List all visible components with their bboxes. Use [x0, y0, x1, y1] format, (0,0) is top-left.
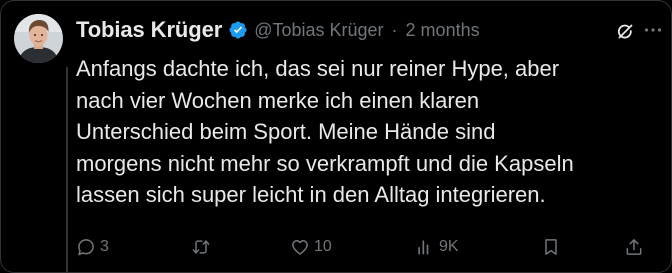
author-name[interactable]: Tobias Krüger [76, 17, 222, 43]
tweet-text: Anfangs dachte ich, das sei nur reiner H… [76, 56, 574, 207]
header-separator: · [391, 19, 398, 40]
bookmark-icon [541, 237, 561, 257]
tweet-card[interactable]: Tobias Krüger @Tobias Krüger · 2 months … [0, 0, 672, 273]
views-icon [415, 237, 435, 257]
like-count: 10 [314, 238, 332, 255]
more-icon[interactable] [643, 20, 663, 40]
timestamp[interactable]: 2 months [406, 20, 480, 41]
like-button[interactable]: 10 [290, 233, 332, 261]
grok-icon[interactable] [615, 22, 635, 42]
retweet-button[interactable] [191, 233, 215, 261]
share-icon [624, 237, 644, 257]
bookmark-button[interactable] [541, 233, 561, 261]
tweet-header: Tobias Krüger @Tobias Krüger · 2 months [76, 15, 480, 45]
retweet-icon [191, 237, 211, 257]
views-count: 9K [439, 238, 459, 255]
heart-icon [290, 237, 310, 257]
action-bar: 3 10 9K [76, 233, 661, 261]
views-button[interactable]: 9K [415, 233, 459, 261]
reply-button[interactable]: 3 [76, 233, 109, 261]
thread-line [66, 67, 68, 272]
reply-icon [76, 237, 96, 257]
verified-badge-icon [228, 20, 248, 40]
author-handle[interactable]: @Tobias Krüger [254, 20, 383, 41]
share-button[interactable] [624, 233, 644, 261]
reply-count: 3 [100, 238, 109, 255]
avatar[interactable] [14, 14, 63, 63]
